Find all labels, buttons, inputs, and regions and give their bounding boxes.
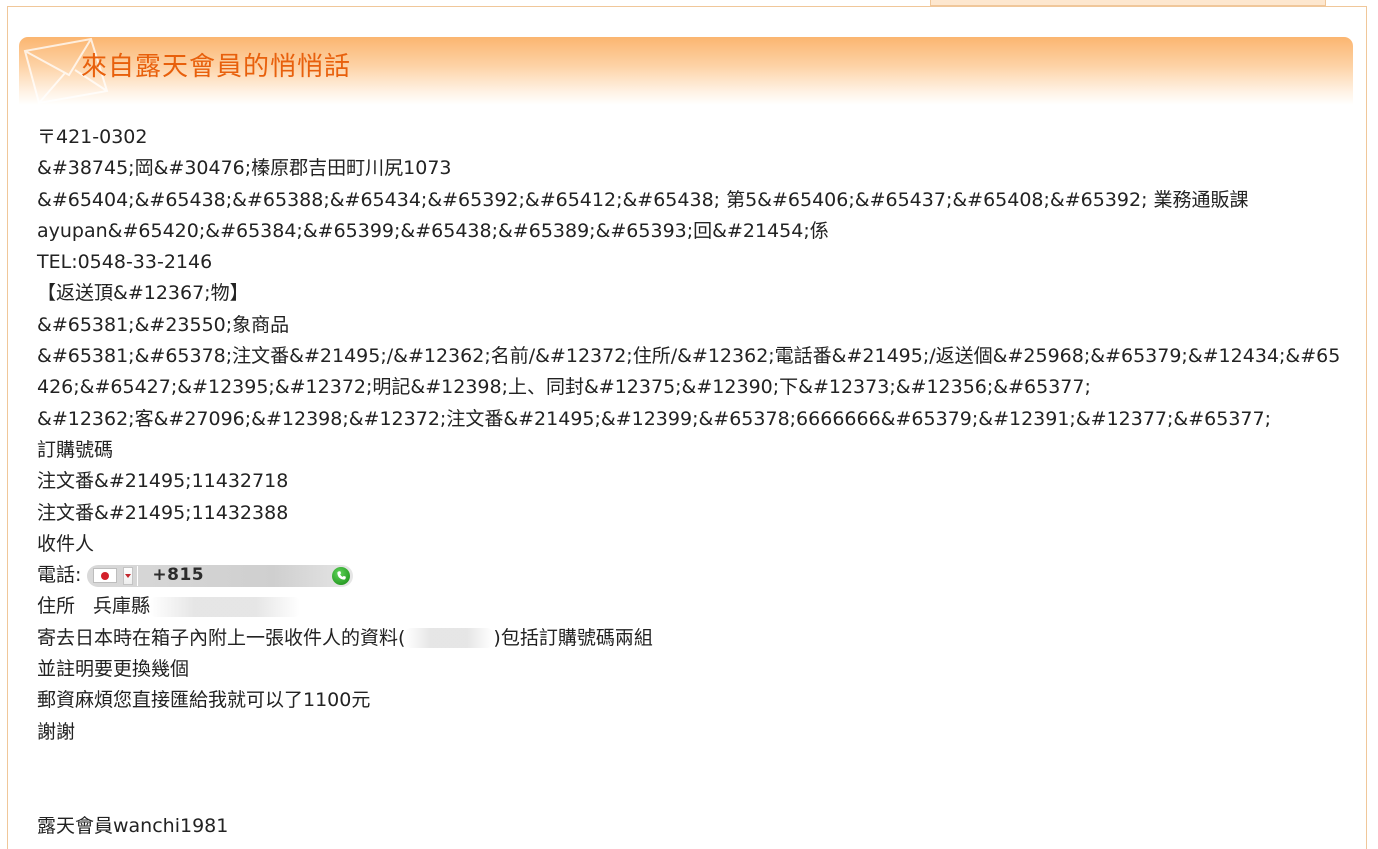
phone-line: 電話: +815 <box>37 560 1337 591</box>
phone-number: +815 <box>152 565 205 586</box>
address-value: 兵庫縣 <box>93 595 151 618</box>
divider <box>137 565 139 586</box>
message-line: 【返送頂&#12367;物】 <box>37 282 249 305</box>
page-title: 來自露天會員的悄悄話 <box>81 52 352 82</box>
address-line: 住所 兵庫縣 <box>37 591 1337 622</box>
skype-phone-widget[interactable]: +815 <box>87 564 354 587</box>
message-line: 注文番&#21495;11432388 <box>37 501 289 524</box>
note-before: 寄去日本時在箱子內附上一張收件人的資料( <box>37 626 406 649</box>
phone-call-icon[interactable] <box>332 566 351 585</box>
message-line: 〒421-0302 <box>37 126 148 148</box>
message-line: &#38745;岡&#30476;榛原郡吉田町川尻1073 <box>37 157 452 180</box>
japan-flag-icon <box>93 568 118 584</box>
redacted-address <box>150 596 301 617</box>
message-line: &#12362;客&#27096;&#12398;&#12372;注文番&#21… <box>37 407 1271 430</box>
note-after: )包括訂購號碼兩組 <box>493 626 653 649</box>
sender-signature: 露天會員wanchi1981 <box>37 814 229 837</box>
message-body: 〒421-0302 &#38745;岡&#30476;榛原郡吉田町川尻1073 … <box>37 122 1341 842</box>
message-line: 訂購號碼 <box>37 438 114 461</box>
note-line: 寄去日本時在箱子內附上一張收件人的資料( )包括訂購號碼兩組 <box>37 623 1337 654</box>
message-line: 謝謝 <box>37 720 76 743</box>
panel-header: 來自露天會員的悄悄話 <box>19 37 1353 105</box>
phone-label: 電話: <box>37 564 82 587</box>
message-line: &#65404;&#65438;&#65388;&#65434;&#65392;… <box>37 188 1249 211</box>
message-line: 注文番&#21495;11432718 <box>37 470 289 493</box>
chevron-down-icon[interactable] <box>123 566 134 585</box>
message-line: ayupan&#65420;&#65384;&#65399;&#65438;&#… <box>37 219 829 242</box>
message-line: 並註明要更換幾個 <box>37 658 190 681</box>
message-line: 郵資麻煩您直接匯給我就可以了1100元 <box>37 689 371 712</box>
message-line: &#65381;&#65378;注文番&#21495;/&#12362;名前/&… <box>37 345 1341 368</box>
message-line: 426;&#65427;&#12395;&#12372;明記&#12398;上、… <box>37 376 1091 399</box>
message-line: 收件人 <box>37 532 95 555</box>
address-label: 住所 <box>37 595 76 618</box>
message-line: TEL:0548-33-2146 <box>37 251 213 274</box>
redacted-name <box>405 628 494 649</box>
message-line: &#65381;&#23550;象商品 <box>37 313 290 336</box>
